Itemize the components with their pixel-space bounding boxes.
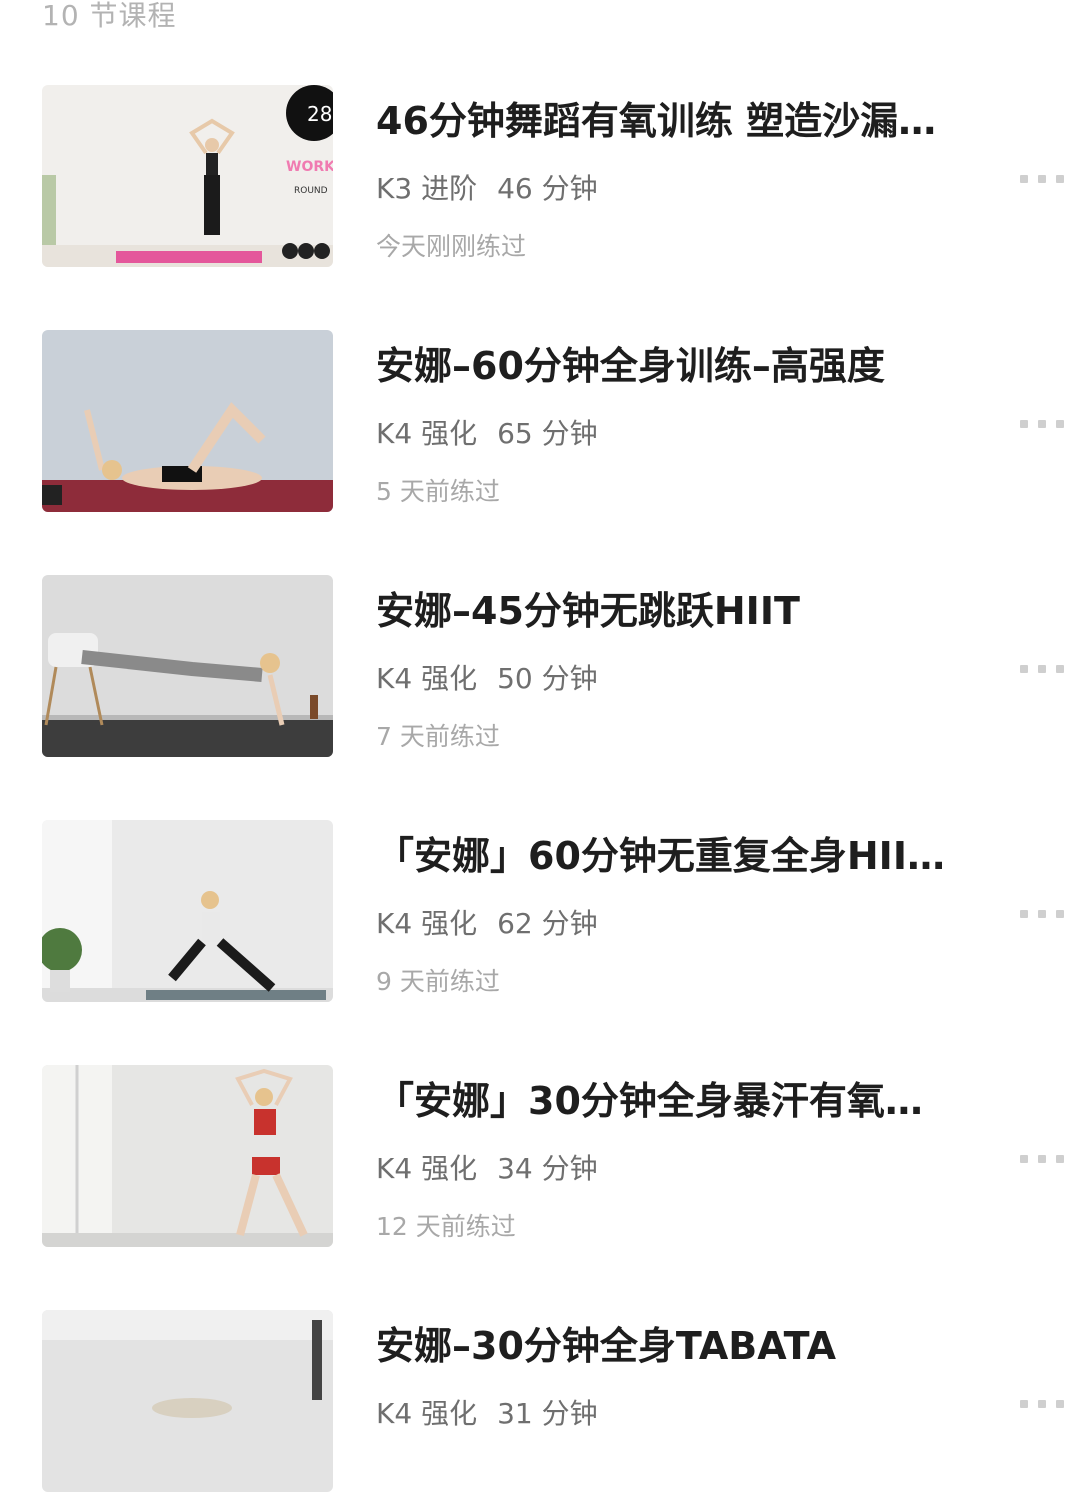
last-trained: 5 天前练过 [376, 477, 500, 506]
course-item[interactable]: 安娜–60分钟全身训练–高强度 K4 强化 65 分钟 5 天前练过 [0, 330, 1080, 512]
more-options-icon[interactable] [1016, 904, 1068, 924]
course-title[interactable]: 安娜–60分钟全身训练–高强度 [376, 342, 986, 390]
course-level: K4 强化 [376, 662, 478, 695]
course-thumbnail[interactable] [42, 330, 333, 512]
course-duration: 31 分钟 [497, 1397, 598, 1430]
course-title[interactable]: 安娜–30分钟全身TABATA [376, 1322, 986, 1370]
course-thumbnail[interactable]: 28 WORK ROUND [42, 85, 333, 267]
course-item[interactable]: 「安娜」30分钟全身暴汗有氧… K4 强化 34 分钟 12 天前练过 [0, 1065, 1080, 1247]
course-item[interactable]: 安娜–30分钟全身TABATA K4 强化 31 分钟 [0, 1310, 1080, 1492]
course-meta: K3 进阶 46 分钟 [376, 167, 598, 207]
course-meta: K4 强化 50 分钟 [376, 657, 598, 697]
course-meta: K4 强化 34 分钟 [376, 1147, 598, 1187]
course-title[interactable]: 46分钟舞蹈有氧训练 塑造沙漏… [376, 97, 986, 145]
course-title[interactable]: 安娜–45分钟无跳跃HIIT [376, 587, 986, 635]
course-level: K4 强化 [376, 1397, 478, 1430]
course-title[interactable]: 「安娜」30分钟全身暴汗有氧… [376, 1077, 986, 1125]
more-options-icon[interactable] [1016, 414, 1068, 434]
course-level: K4 强化 [376, 907, 478, 940]
last-trained: 12 天前练过 [376, 1212, 516, 1241]
more-options-icon[interactable] [1016, 169, 1068, 189]
svg-text:WORK: WORK [286, 159, 333, 175]
course-duration: 65 分钟 [497, 417, 598, 450]
course-meta: K4 强化 65 分钟 [376, 412, 598, 452]
course-duration: 34 分钟 [497, 1152, 598, 1185]
course-level: K4 强化 [376, 1152, 478, 1185]
course-duration: 46 分钟 [497, 172, 598, 205]
lesson-count: 10 节课程 [42, 0, 177, 32]
course-item[interactable]: 28 WORK ROUND 46分钟舞蹈有氧训练 塑造沙漏… K3 进阶 46 分… [0, 85, 1080, 267]
course-title[interactable]: 「安娜」60分钟无重复全身HII… [376, 832, 986, 880]
last-trained: 今天刚刚练过 [376, 232, 527, 261]
timer-number: 28 [307, 102, 332, 126]
course-thumbnail[interactable] [42, 1310, 333, 1492]
course-level: K3 进阶 [376, 172, 478, 205]
more-options-icon[interactable] [1016, 659, 1068, 679]
course-thumbnail[interactable] [42, 1065, 333, 1247]
last-trained: 9 天前练过 [376, 967, 500, 996]
course-thumbnail[interactable] [42, 575, 333, 757]
course-meta: K4 强化 62 分钟 [376, 902, 598, 942]
course-meta: K4 强化 31 分钟 [376, 1392, 598, 1432]
more-options-icon[interactable] [1016, 1149, 1068, 1169]
course-thumbnail[interactable] [42, 820, 333, 1002]
last-trained: 7 天前练过 [376, 722, 500, 751]
course-item[interactable]: 「安娜」60分钟无重复全身HII… K4 强化 62 分钟 9 天前练过 [0, 820, 1080, 1002]
more-options-icon[interactable] [1016, 1394, 1068, 1414]
course-duration: 62 分钟 [497, 907, 598, 940]
course-item[interactable]: 安娜–45分钟无跳跃HIIT K4 强化 50 分钟 7 天前练过 [0, 575, 1080, 757]
course-duration: 50 分钟 [497, 662, 598, 695]
course-level: K4 强化 [376, 417, 478, 450]
svg-text:ROUND: ROUND [294, 186, 328, 196]
